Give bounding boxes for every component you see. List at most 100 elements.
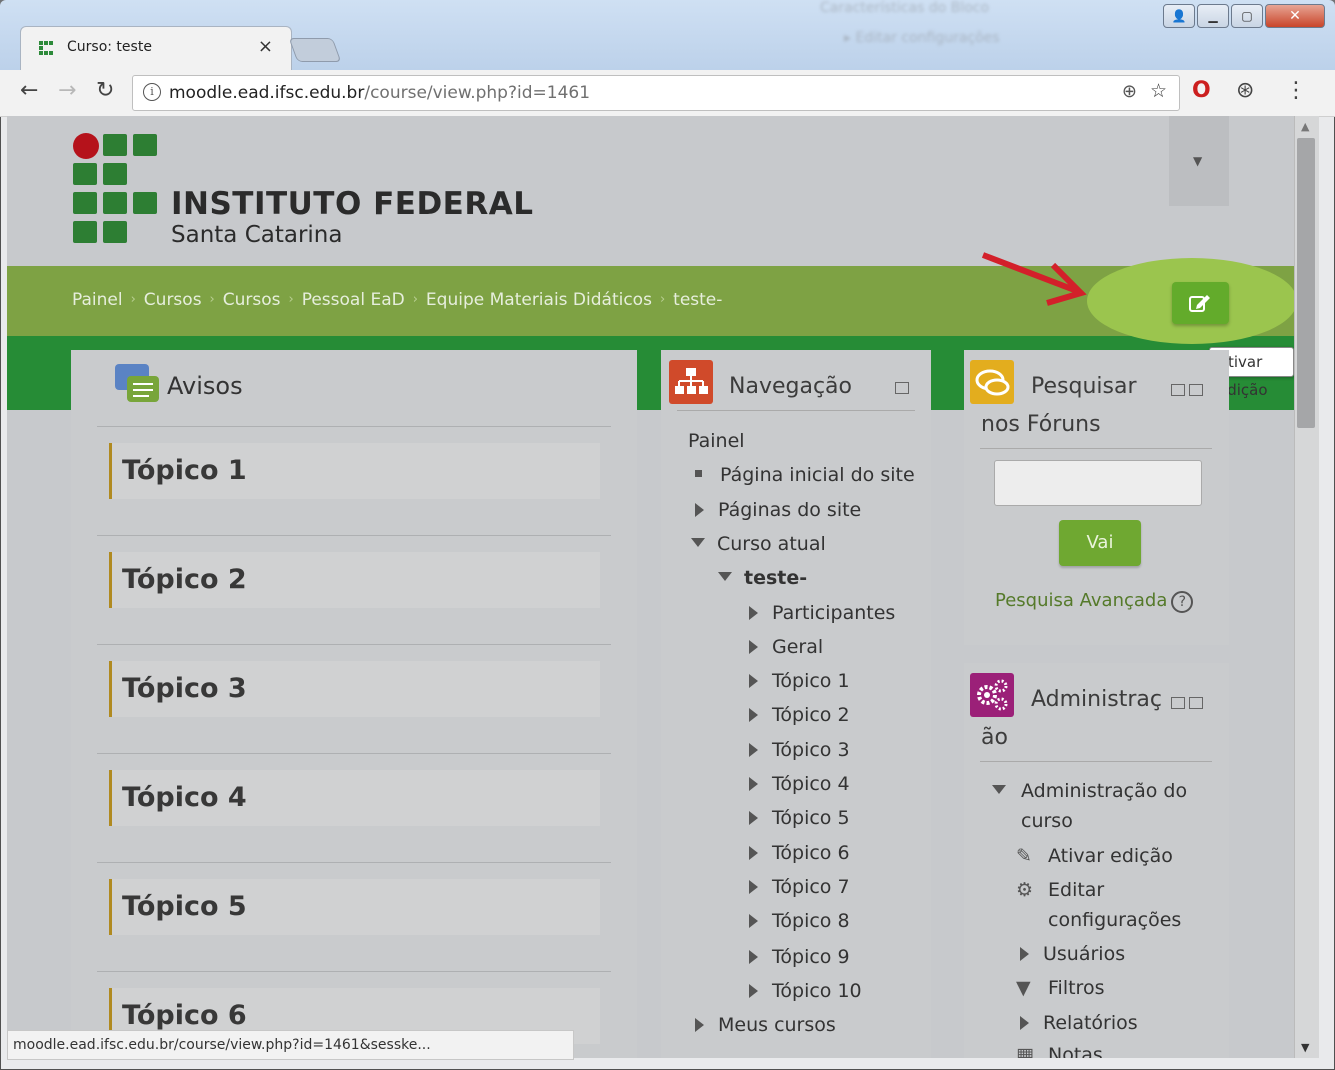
nav-topic[interactable]: Tópico 3 — [749, 739, 850, 761]
nav-topic[interactable]: Tópico 4 — [749, 773, 850, 795]
admin-reports[interactable]: Relatórios — [1020, 1008, 1138, 1038]
collapse-block-icon[interactable] — [1171, 697, 1185, 709]
nav-topic[interactable]: Tópico 7 — [749, 876, 850, 898]
window-controls: 👤 ▁ ▢ ✕ — [1163, 4, 1325, 28]
advanced-search-link[interactable]: Pesquisa Avançada? — [995, 590, 1194, 613]
help-icon[interactable]: ? — [1171, 591, 1194, 613]
bookmark-star-icon[interactable]: ☆ — [1150, 80, 1167, 102]
topic-section: Tópico 5 — [97, 862, 611, 972]
topic-title[interactable]: Tópico 2 — [122, 564, 247, 595]
nav-painel[interactable]: Painel — [688, 430, 745, 452]
turn-editing-on-button[interactable] — [1172, 282, 1229, 324]
dock-block-icon[interactable] — [1189, 384, 1203, 396]
extension-icon[interactable]: ⊛ — [1236, 78, 1254, 103]
nav-topic[interactable]: Tópico 10 — [749, 980, 862, 1002]
vai-button[interactable]: Vai — [1059, 520, 1141, 566]
minimize-button[interactable]: ▁ — [1197, 4, 1229, 28]
nav-current-course[interactable]: Curso atual — [691, 533, 826, 555]
tab-close-icon[interactable]: × — [258, 36, 273, 57]
scroll-down-icon[interactable]: ▼ — [1301, 1041, 1309, 1054]
red-arrow-annotation — [981, 252, 1087, 306]
breadcrumb-item[interactable]: Cursos — [144, 290, 202, 310]
breadcrumb-item[interactable]: Pessoal EaD — [302, 290, 405, 310]
forum-search-title-1: Pesquisar — [1031, 374, 1137, 399]
nav-topic[interactable]: Tópico 8 — [749, 910, 850, 932]
nav-course-teste[interactable]: teste- — [718, 567, 807, 589]
address-bar[interactable]: i moodle.ead.ifsc.edu.br/course/view.php… — [132, 75, 1180, 111]
admin-edit-settings-2[interactable]: configurações — [1048, 905, 1181, 935]
topic-section: Tópico 3 — [97, 644, 611, 754]
admin-users[interactable]: Usuários — [1020, 939, 1125, 969]
course-admin-toggle[interactable] — [992, 776, 1012, 806]
nav-topic[interactable]: Tópico 5 — [749, 807, 850, 829]
background-line-1: Características do Bloco — [820, 0, 990, 16]
avisos-title[interactable]: Avisos — [167, 372, 243, 400]
topic-title[interactable]: Tópico 4 — [122, 782, 247, 813]
breadcrumb: Painel › Cursos › Cursos › Pessoal EaD › Equ… — [72, 290, 723, 310]
admin-title-2: ão — [981, 725, 1008, 750]
zoom-icon[interactable]: ⊕ — [1122, 81, 1137, 102]
admin-filters[interactable]: ▼ Filtros — [1016, 973, 1104, 1003]
gears-icon — [970, 673, 1014, 717]
user-menu[interactable]: ▼ — [1169, 116, 1229, 206]
edit-icon — [1189, 295, 1210, 312]
topic-title[interactable]: Tópico 5 — [122, 891, 247, 922]
browser-window: Características do Bloco ▸ Editar config… — [0, 0, 1335, 1070]
admin-title-1: Administraç — [1031, 687, 1162, 712]
nav-my-courses[interactable]: Meus cursos — [695, 1014, 836, 1036]
browser-tab[interactable]: Curso: teste × — [20, 26, 292, 71]
nav-participants[interactable]: Participantes — [749, 602, 895, 624]
reload-icon[interactable]: ↻ — [96, 78, 114, 103]
nav-home[interactable]: Página inicial do site — [688, 464, 915, 486]
tab-title: Curso: teste — [67, 39, 152, 55]
forum-search-title-2: nos Fóruns — [981, 412, 1101, 437]
breadcrumb-item[interactable]: Cursos — [223, 290, 281, 310]
user-profile-icon[interactable]: 👤 — [1163, 4, 1195, 28]
brand-name: INSTITUTO FEDERAL — [171, 186, 534, 222]
nav-topic[interactable]: Tópico 2 — [749, 704, 850, 726]
collapse-block-icon[interactable] — [1171, 384, 1185, 396]
breadcrumb-item[interactable]: Equipe Materiais Didáticos — [426, 290, 652, 310]
admin-grades[interactable]: ▦ Notas — [1016, 1040, 1103, 1058]
nav-geral[interactable]: Geral — [749, 636, 823, 658]
breadcrumb-item[interactable]: Painel — [72, 290, 123, 310]
navegacao-title: Navegação — [729, 374, 852, 399]
url-text[interactable]: moodle.ead.ifsc.edu.br/course/view.php?i… — [169, 83, 590, 103]
gear-icon: ⚙ — [1016, 879, 1034, 901]
maximize-button[interactable]: ▢ — [1231, 4, 1263, 28]
back-icon[interactable]: ← — [20, 78, 38, 103]
background-window-text: Características do Bloco ▸ Editar config… — [820, 0, 1080, 60]
browser-menu-icon[interactable]: ⋮ — [1285, 78, 1307, 103]
course-admin-label-2[interactable]: curso — [1021, 806, 1073, 836]
topic-title[interactable]: Tópico 3 — [122, 673, 247, 704]
nav-site-pages[interactable]: Páginas do site — [695, 499, 861, 521]
nav-topic[interactable]: Tópico 6 — [749, 842, 850, 864]
admin-edit-settings[interactable]: ⚙ Editar — [1016, 875, 1104, 905]
topic-title[interactable]: Tópico 6 — [122, 1000, 247, 1031]
nav-topic[interactable]: Tópico 9 — [749, 946, 850, 968]
forum-search-input[interactable] — [994, 460, 1202, 506]
nav-topic[interactable]: Tópico 1 — [749, 670, 850, 692]
topic-section: Tópico 1 — [97, 426, 611, 536]
breadcrumb-item[interactable]: teste- — [673, 290, 722, 310]
new-tab-button[interactable] — [288, 38, 342, 62]
admin-edit-on[interactable]: ✎ Ativar edição — [1016, 841, 1173, 871]
vertical-scrollbar[interactable]: ▲ ▼ — [1294, 116, 1319, 1058]
browser-toolbar: ← → ↻ i moodle.ead.ifsc.edu.br/course/vi… — [0, 70, 1335, 117]
opera-extension-icon[interactable]: O — [1192, 78, 1211, 103]
close-window-button[interactable]: ✕ — [1265, 4, 1325, 28]
topic-title[interactable]: Tópico 1 — [122, 455, 247, 486]
site-info-icon[interactable]: i — [143, 83, 161, 101]
collapse-block-icon[interactable] — [895, 382, 909, 394]
background-line-2: ▸ Editar configurações — [844, 30, 1000, 46]
scrollbar-thumb[interactable] — [1297, 138, 1315, 428]
avisos-block: Avisos Tópico 1 Tópico 2 Tópico 3 Tópico… — [71, 350, 637, 1058]
caret-down-icon: ▼ — [1193, 154, 1203, 168]
navegacao-block: Navegação Painel Página inicial do site … — [661, 350, 931, 1058]
scroll-up-icon[interactable]: ▲ — [1301, 120, 1309, 133]
ifsc-logo[interactable] — [73, 133, 163, 245]
dock-block-icon[interactable] — [1189, 697, 1203, 709]
course-admin-label-1[interactable]: Administração do — [1021, 776, 1187, 806]
forum-search-block: Pesquisar nos Fóruns Vai Pesquisa Avança… — [964, 350, 1229, 645]
forward-icon[interactable]: → — [58, 78, 76, 103]
